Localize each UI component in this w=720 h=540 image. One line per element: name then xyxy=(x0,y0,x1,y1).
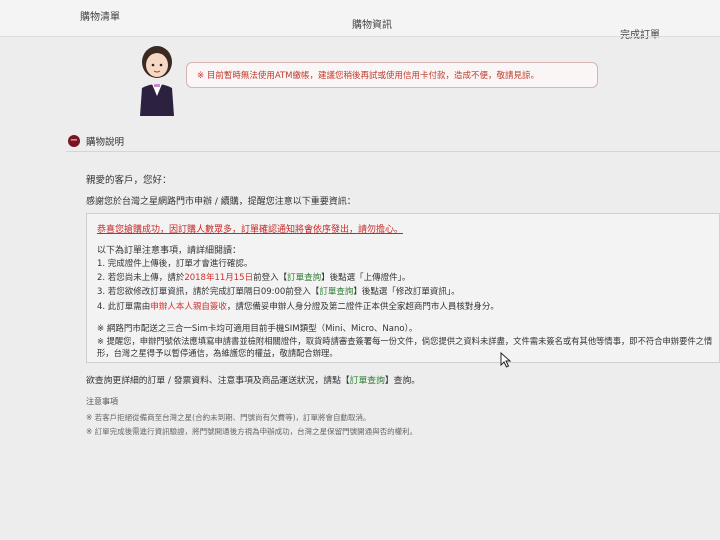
notice-item-4-text: 4. 此訂單需由 xyxy=(97,302,151,312)
caution-item-2: ※ 訂單完成後需進行資訊驗證，將門號開通後方視為申辦成功，台灣之星保留門號開通與… xyxy=(86,427,418,436)
order-success-alert: 恭喜您搶購成功，因訂購人數眾多，訂單確認通知將會依序發出，請勿擔心。 xyxy=(97,225,404,235)
assistant-avatar xyxy=(140,46,174,116)
notice-title: 以下為訂單注意事項，請詳細閱讀： xyxy=(97,246,242,256)
section-title: 購物說明 xyxy=(86,137,125,148)
checkout-steps-bar: 購物清單 購物資訊 完成訂單 xyxy=(0,0,720,41)
purchase-instructions-header[interactable]: − 購物說明 xyxy=(68,134,124,148)
sim-card-note: ※ 網路門市配送之三合一Sim卡均可適用目前手機SIM類型（Mini、Micro… xyxy=(97,324,418,334)
mouse-cursor-icon xyxy=(500,352,512,368)
greeting-text: 親愛的客戶，您好： xyxy=(86,175,172,186)
notice-item-3-text: 3. 若您欲修改訂單資訊，請於完成訂單隔日09:00前登入【 xyxy=(97,287,320,297)
notice-item-2-end: 】後點選「上傳證件」。 xyxy=(321,273,411,283)
order-query-text: 欲查詢更詳細的訂單 / 發票資料、注意事項及商品運送狀況，請點【訂單查詢】查詢。 xyxy=(86,373,420,386)
caution-item-1: ※ 若客戶拒絕從備商至台灣之星(合約未到期、門號尚有欠費等)，訂單將會自動取消。 xyxy=(86,413,371,422)
sign-in-person-text: 申辦人本人親自簽收 xyxy=(150,302,227,312)
order-query-link[interactable]: 訂單查詢 xyxy=(350,376,385,386)
notice-item-2-text: 2. 若您尚未上傳，請於 xyxy=(97,273,185,283)
step-shopping-info: 購物資訊 xyxy=(352,20,392,31)
intro-text: 感謝您於台灣之星網路門市申辦 / 續購，提醒您注意以下重要資訊： xyxy=(86,197,356,207)
notice-item-3-end: 】後點選「修改訂單資訊」。 xyxy=(353,287,460,297)
order-query-text-post: 】查詢。 xyxy=(384,376,421,386)
notice-item-1: 1. 完成證件上傳後，訂單才會進行確認。 xyxy=(97,259,253,269)
notice-item-4-end: ，請您備妥申辦人身分證及第二證件正本供全家超商門市人員核對身分。 xyxy=(226,302,499,312)
caution-title: 注意事項 xyxy=(86,397,118,406)
order-query-link[interactable]: 訂單查詢 xyxy=(319,287,353,297)
step-complete-order: 完成訂單 xyxy=(620,26,660,41)
order-notice-box: 恭喜您搶購成功，因訂購人數眾多，訂單確認通知將會依序發出，請勿擔心。 以下為訂單… xyxy=(86,213,720,363)
notice-item-2: 2. 若您尚未上傳，請於2018年11月15日前登入【訂單查詢】後點選「上傳證件… xyxy=(97,271,410,283)
step-cart[interactable]: 購物清單 xyxy=(80,8,120,23)
order-query-text-pre: 欲查詢更詳細的訂單 / 發票資料、注意事項及商品運送狀況，請點【 xyxy=(86,376,350,386)
divider xyxy=(0,36,720,37)
upload-deadline-date: 2018年11月15日 xyxy=(184,273,254,283)
notice-item-4: 4. 此訂單需由申辦人本人親自簽收，請您備妥申辦人身分證及第二證件正本供全家超商… xyxy=(97,300,499,312)
notice-item-3: 3. 若您欲修改訂單資訊，請於完成訂單隔日09:00前登入【訂單查詢】後點選「修… xyxy=(97,285,460,297)
document-reminder-note: ※ 提醒您，申辦門號依法應填寫申請書並檢附相關證件，取貨時請審查簽署每一份文件，… xyxy=(97,336,713,358)
section-divider xyxy=(66,151,720,152)
notice-item-2-mid: 前登入【 xyxy=(253,273,288,283)
notice-bubble: ※ 目前暫時無法使用ATM繳帳，建議您稍後再試或使用信用卡付款，造成不便，敬請見… xyxy=(186,62,598,88)
order-query-link[interactable]: 訂單查詢 xyxy=(287,273,321,283)
collapse-icon[interactable]: − xyxy=(68,135,80,147)
